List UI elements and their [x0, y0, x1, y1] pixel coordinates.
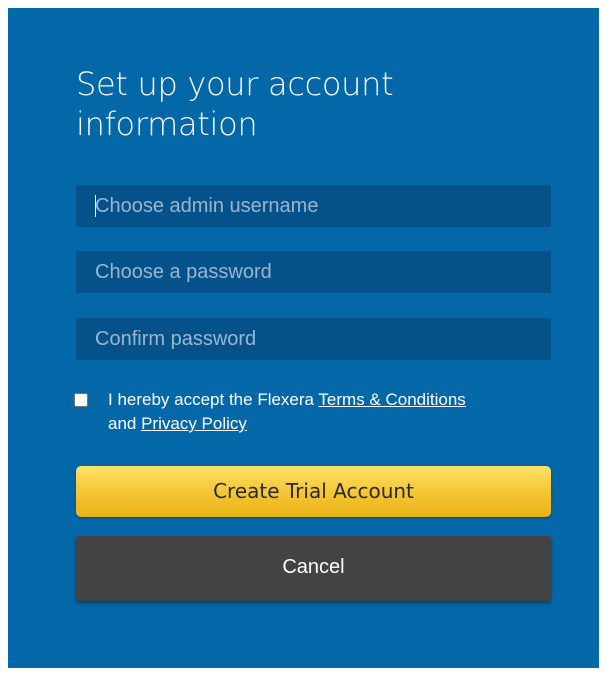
- signup-panel: Set up your account information I hereby…: [8, 8, 599, 668]
- create-trial-account-button[interactable]: Create Trial Account: [76, 466, 551, 517]
- terms-text: I hereby accept the Flexera Terms & Cond…: [108, 388, 558, 436]
- page-title: Set up your account information: [76, 65, 394, 143]
- terms-conditions-link[interactable]: Terms & Conditions: [318, 390, 465, 409]
- password-input[interactable]: [76, 251, 551, 293]
- accept-terms-checkbox[interactable]: [74, 393, 88, 407]
- terms-middle: and: [108, 414, 142, 433]
- privacy-policy-link[interactable]: Privacy Policy: [141, 414, 247, 433]
- confirm-password-input[interactable]: [76, 318, 551, 360]
- terms-prefix: I hereby accept the Flexera: [108, 390, 319, 409]
- cancel-button[interactable]: Cancel: [76, 536, 551, 601]
- admin-username-input[interactable]: [76, 185, 551, 227]
- text-cursor: [95, 195, 96, 217]
